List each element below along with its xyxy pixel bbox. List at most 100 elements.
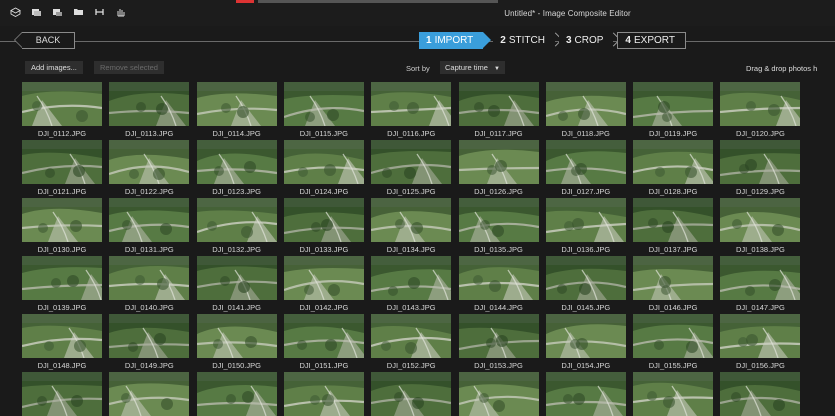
step-label: IMPORT — [434, 35, 474, 46]
image-tile[interactable]: DJI_0125.JPG — [371, 140, 452, 196]
image-tile[interactable]: DJI_0136.JPG — [545, 198, 626, 254]
import-toolbar: Add images... Remove selected Sort by Ca… — [0, 58, 835, 78]
image-tile[interactable]: DJI_0141.JPG — [196, 256, 277, 312]
image-tile[interactable]: DJI_0144.JPG — [458, 256, 539, 312]
image-tile[interactable] — [633, 372, 714, 416]
remove-selected-button[interactable]: Remove selected — [94, 61, 164, 74]
add-images-button[interactable]: Add images... — [25, 61, 83, 74]
image-tile[interactable]: DJI_0151.JPG — [283, 314, 364, 370]
image-tile[interactable]: DJI_0118.JPG — [545, 82, 626, 138]
image-filename: DJI_0153.JPG — [474, 361, 523, 370]
image-tile[interactable] — [371, 372, 452, 416]
image-tile[interactable]: DJI_0124.JPG — [283, 140, 364, 196]
image-thumbnail — [371, 82, 452, 126]
image-tile[interactable]: DJI_0130.JPG — [22, 198, 102, 254]
image-filename: DJI_0114.JPG — [212, 129, 261, 138]
image-filename: DJI_0128.JPG — [648, 187, 698, 196]
image-tile[interactable]: DJI_0132.JPG — [196, 198, 277, 254]
image-tile[interactable]: DJI_0112.JPG — [22, 82, 102, 138]
image-thumbnail — [22, 314, 102, 358]
back-button[interactable]: BACK — [14, 32, 75, 49]
image-tile[interactable]: DJI_0122.JPG — [109, 140, 190, 196]
image-thumbnail — [283, 256, 364, 300]
image-thumbnail — [22, 256, 102, 300]
image-filename: DJI_0137.JPG — [648, 245, 698, 254]
image-filename: DJI_0150.JPG — [212, 361, 261, 370]
image-tile[interactable] — [196, 372, 277, 416]
image-tile[interactable]: DJI_0135.JPG — [458, 198, 539, 254]
image-tile[interactable]: DJI_0116.JPG — [371, 82, 452, 138]
image-tile[interactable]: DJI_0133.JPG — [283, 198, 364, 254]
image-tile[interactable] — [283, 372, 364, 416]
image-thumbnail — [720, 140, 801, 184]
image-tile[interactable]: DJI_0143.JPG — [371, 256, 452, 312]
step-crop[interactable]: 3 CROP — [558, 32, 621, 49]
image-filename: DJI_0155.JPG — [648, 361, 698, 370]
image-filename: DJI_0148.JPG — [37, 361, 87, 370]
image-filename: DJI_0121.JPG — [37, 187, 87, 196]
chevron-down-icon: ▼ — [493, 66, 500, 72]
image-tile[interactable]: DJI_0134.JPG — [371, 198, 452, 254]
image-thumbnail — [720, 372, 801, 416]
image-filename: DJI_0127.JPG — [561, 187, 611, 196]
drag-drop-hint: Drag & drop photos h — [746, 64, 818, 73]
image-tile[interactable]: DJI_0155.JPG — [633, 314, 714, 370]
image-tile[interactable]: DJI_0156.JPG — [720, 314, 801, 370]
image-tile[interactable]: DJI_0152.JPG — [371, 314, 452, 370]
image-tile[interactable] — [458, 372, 539, 416]
image-tile[interactable]: DJI_0131.JPG — [109, 198, 190, 254]
image-thumbnail — [196, 82, 277, 126]
image-tile[interactable]: DJI_0115.JPG — [283, 82, 364, 138]
step-export[interactable]: 4 EXPORT — [617, 32, 686, 49]
image-filename: DJI_0125.JPG — [386, 187, 436, 196]
image-tile[interactable]: DJI_0140.JPG — [109, 256, 190, 312]
image-tile[interactable]: DJI_0138.JPG — [720, 198, 801, 254]
image-filename: DJI_0146.JPG — [648, 303, 698, 312]
sort-select[interactable]: Capture time ▼ — [440, 61, 505, 74]
step-stitch[interactable]: 2 STITCH — [493, 32, 563, 49]
image-tile[interactable]: DJI_0148.JPG — [22, 314, 102, 370]
image-tile[interactable]: DJI_0117.JPG — [458, 82, 539, 138]
image-filename: DJI_0143.JPG — [386, 303, 436, 312]
image-thumbnail — [22, 372, 102, 416]
image-tile[interactable]: DJI_0119.JPG — [633, 82, 714, 138]
image-thumbnail — [22, 198, 102, 242]
image-tile[interactable]: DJI_0149.JPG — [109, 314, 190, 370]
image-tile[interactable]: DJI_0142.JPG — [283, 256, 364, 312]
image-tile[interactable]: DJI_0114.JPG — [196, 82, 277, 138]
image-tile[interactable]: DJI_0147.JPG — [720, 256, 801, 312]
image-tile[interactable]: DJI_0113.JPG — [109, 82, 190, 138]
image-thumbnail — [109, 82, 190, 126]
image-tile[interactable]: DJI_0150.JPG — [196, 314, 277, 370]
image-tile[interactable]: DJI_0146.JPG — [633, 256, 714, 312]
image-tile[interactable]: DJI_0123.JPG — [196, 140, 277, 196]
image-tile[interactable]: DJI_0128.JPG — [633, 140, 714, 196]
image-tile[interactable]: DJI_0129.JPG — [720, 140, 801, 196]
image-tile[interactable] — [22, 372, 102, 416]
image-thumbnail — [22, 82, 102, 126]
step-import[interactable]: 1 IMPORT — [419, 32, 492, 49]
image-thumbnail — [283, 140, 364, 184]
image-tile[interactable] — [720, 372, 801, 416]
image-thumbnail — [633, 314, 714, 358]
image-tile[interactable]: DJI_0137.JPG — [633, 198, 714, 254]
image-thumbnail — [720, 198, 801, 242]
image-grid: DJI_0112.JPG DJI_0113.JPG DJI_0114.JPG DJI_… — [22, 82, 835, 416]
image-tile[interactable]: DJI_0126.JPG — [458, 140, 539, 196]
image-tile[interactable]: DJI_0145.JPG — [545, 256, 626, 312]
image-tile[interactable]: DJI_0139.JPG — [22, 256, 102, 312]
image-tile[interactable]: DJI_0127.JPG — [545, 140, 626, 196]
image-filename: DJI_0136.JPG — [561, 245, 611, 254]
window-tabs-strip — [258, 0, 498, 3]
image-thumbnail — [371, 372, 452, 416]
image-tile[interactable]: DJI_0153.JPG — [458, 314, 539, 370]
image-tile[interactable]: DJI_0154.JPG — [545, 314, 626, 370]
image-tile[interactable] — [545, 372, 626, 416]
image-filename: DJI_0138.JPG — [736, 245, 785, 254]
image-tile[interactable]: DJI_0121.JPG — [22, 140, 102, 196]
image-tile[interactable] — [109, 372, 190, 416]
image-tile[interactable]: DJI_0120.JPG — [720, 82, 801, 138]
window-accent-bar — [236, 0, 254, 3]
image-filename: DJI_0126.JPG — [474, 187, 523, 196]
image-thumbnail — [196, 372, 277, 416]
